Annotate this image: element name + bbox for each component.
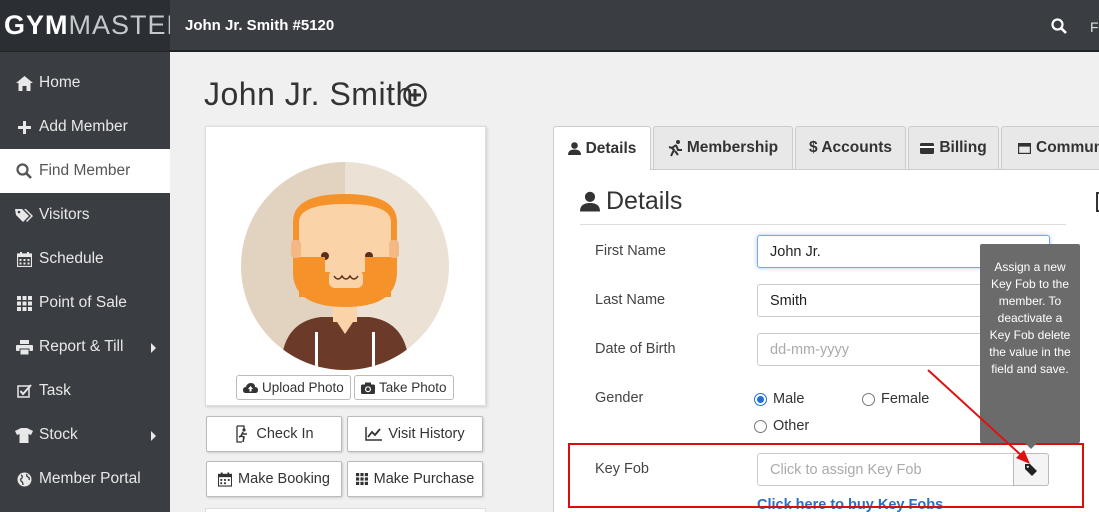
photo-card: Upload Photo Take Photo xyxy=(205,126,486,406)
tab-membership[interactable]: Membership xyxy=(653,126,793,169)
first-name-label: First Name xyxy=(595,243,666,259)
top-bar: John Jr. Smith #5120 Fr xyxy=(170,0,1099,52)
running-icon xyxy=(668,139,682,156)
radio-dot xyxy=(862,392,875,406)
tab-label: $ Accounts xyxy=(809,139,892,156)
member-name: John Jr. Smith xyxy=(204,76,414,112)
calendar-icon xyxy=(218,472,233,487)
cloud-upload-icon xyxy=(243,382,258,393)
tshirt-icon xyxy=(15,427,33,443)
sidebar-item-home[interactable]: Home xyxy=(0,61,170,105)
calendar-icon xyxy=(15,251,33,267)
user-icon xyxy=(580,191,600,212)
gender-other-radio[interactable]: Other xyxy=(754,418,809,434)
sidebar-item-schedule[interactable]: Schedule xyxy=(0,237,170,281)
gender-female-radio[interactable]: Female xyxy=(862,391,929,407)
sidebar-item-member-portal[interactable]: Member Portal xyxy=(0,457,170,501)
caret-right-icon xyxy=(151,343,156,353)
dob-label: Date of Birth xyxy=(595,341,676,357)
avatar xyxy=(241,162,449,375)
sidebar-item-label: Visitors xyxy=(39,206,90,223)
sidebar-item-add-member[interactable]: Add Member xyxy=(0,105,170,149)
envelope-icon xyxy=(1018,142,1031,154)
add-circle-icon[interactable] xyxy=(403,83,427,112)
divider xyxy=(580,224,1066,225)
caret-right-icon xyxy=(151,431,156,441)
check-in-button[interactable]: Check In xyxy=(206,416,342,452)
user-icon xyxy=(567,142,581,155)
top-search-icon[interactable] xyxy=(1051,18,1067,39)
sidebar-item-label: Home xyxy=(39,74,81,91)
search-icon xyxy=(15,163,33,179)
tab-communications[interactable]: Commun xyxy=(1001,126,1099,169)
sidebar-item-stock[interactable]: Stock xyxy=(0,413,170,457)
gender-label: Gender xyxy=(595,390,644,406)
sidebar-item-point-of-sale[interactable]: Point of Sale xyxy=(0,281,170,325)
radio-dot xyxy=(754,419,767,433)
take-photo-label: Take Photo xyxy=(379,380,447,395)
logo-gym: GYM xyxy=(4,10,69,40)
print-icon xyxy=(15,339,33,355)
sidebar-item-label: Stock xyxy=(39,426,78,443)
visit-history-button[interactable]: Visit History xyxy=(347,416,483,452)
check-in-icon xyxy=(236,425,248,443)
sidebar-item-label: Point of Sale xyxy=(39,294,127,311)
sidebar-nav: Home Add Member Find Member Visitors Sch… xyxy=(0,61,170,501)
visit-history-label: Visit History xyxy=(388,426,465,442)
topbar-title: John Jr. Smith #5120 xyxy=(185,17,335,34)
credit-card-icon xyxy=(920,142,935,154)
tab-label: Membership xyxy=(686,139,779,156)
sidebar-item-label: Find Member xyxy=(39,162,131,179)
tab-accounts[interactable]: $ Accounts xyxy=(795,126,906,169)
line-chart-icon xyxy=(365,427,383,441)
checkbox-icon xyxy=(15,383,33,399)
take-photo-button[interactable]: Take Photo xyxy=(354,375,454,400)
tab-label: Billing xyxy=(939,139,987,156)
gender-option-label: Male xyxy=(773,391,805,407)
plus-icon xyxy=(15,120,33,134)
grid-icon xyxy=(15,295,33,311)
tab-label: Details xyxy=(585,139,637,157)
card-below xyxy=(205,508,486,512)
sidebar-item-find-member[interactable]: Find Member xyxy=(0,149,170,193)
sidebar-item-label: Member Portal xyxy=(39,470,141,487)
grid-icon xyxy=(355,473,368,485)
sidebar-item-label: Add Member xyxy=(39,118,128,135)
sidebar-item-label: Schedule xyxy=(39,250,104,267)
tab-label: Commun xyxy=(1036,139,1099,156)
details-heading-text: Details xyxy=(606,187,683,215)
last-name-label: Last Name xyxy=(595,292,666,308)
sidebar: GYM MASTER Home Add Member Find Member Vi… xyxy=(0,0,186,512)
topbar-truncated-text[interactable]: Fr xyxy=(1090,19,1099,35)
home-icon xyxy=(15,75,33,91)
main-content: John Jr. Smith Upload Photo Take Photo C… xyxy=(170,54,1099,512)
sidebar-item-label: Task xyxy=(39,382,71,399)
radio-dot xyxy=(754,392,767,406)
gymmaster-logo[interactable]: GYM MASTER xyxy=(0,0,186,52)
globe-icon xyxy=(15,472,33,487)
make-booking-label: Make Booking xyxy=(238,471,330,487)
sidebar-item-visitors[interactable]: Visitors xyxy=(0,193,170,237)
sidebar-item-report-till[interactable]: Report & Till xyxy=(0,325,170,369)
camera-icon xyxy=(361,382,375,394)
sidebar-item-label: Report & Till xyxy=(39,338,124,355)
sidebar-item-task[interactable]: Task xyxy=(0,369,170,413)
make-purchase-label: Make Purchase xyxy=(373,471,475,487)
tab-details[interactable]: Details xyxy=(553,126,651,170)
gender-option-label: Female xyxy=(881,391,930,407)
upload-photo-button[interactable]: Upload Photo xyxy=(236,375,351,400)
tab-billing[interactable]: Billing xyxy=(908,126,999,169)
check-in-label: Check In xyxy=(256,426,314,442)
keyfob-highlight-box xyxy=(568,443,1084,508)
gender-male-radio[interactable]: Male xyxy=(754,391,804,407)
gender-option-label: Other xyxy=(773,418,810,434)
make-purchase-button[interactable]: Make Purchase xyxy=(347,461,483,497)
details-heading: Details xyxy=(580,187,682,216)
tags-icon xyxy=(15,208,33,223)
upload-photo-label: Upload Photo xyxy=(262,380,344,395)
keyfob-tooltip: Assign a new Key Fob to the member. To d… xyxy=(980,244,1080,449)
make-booking-button[interactable]: Make Booking xyxy=(206,461,342,497)
